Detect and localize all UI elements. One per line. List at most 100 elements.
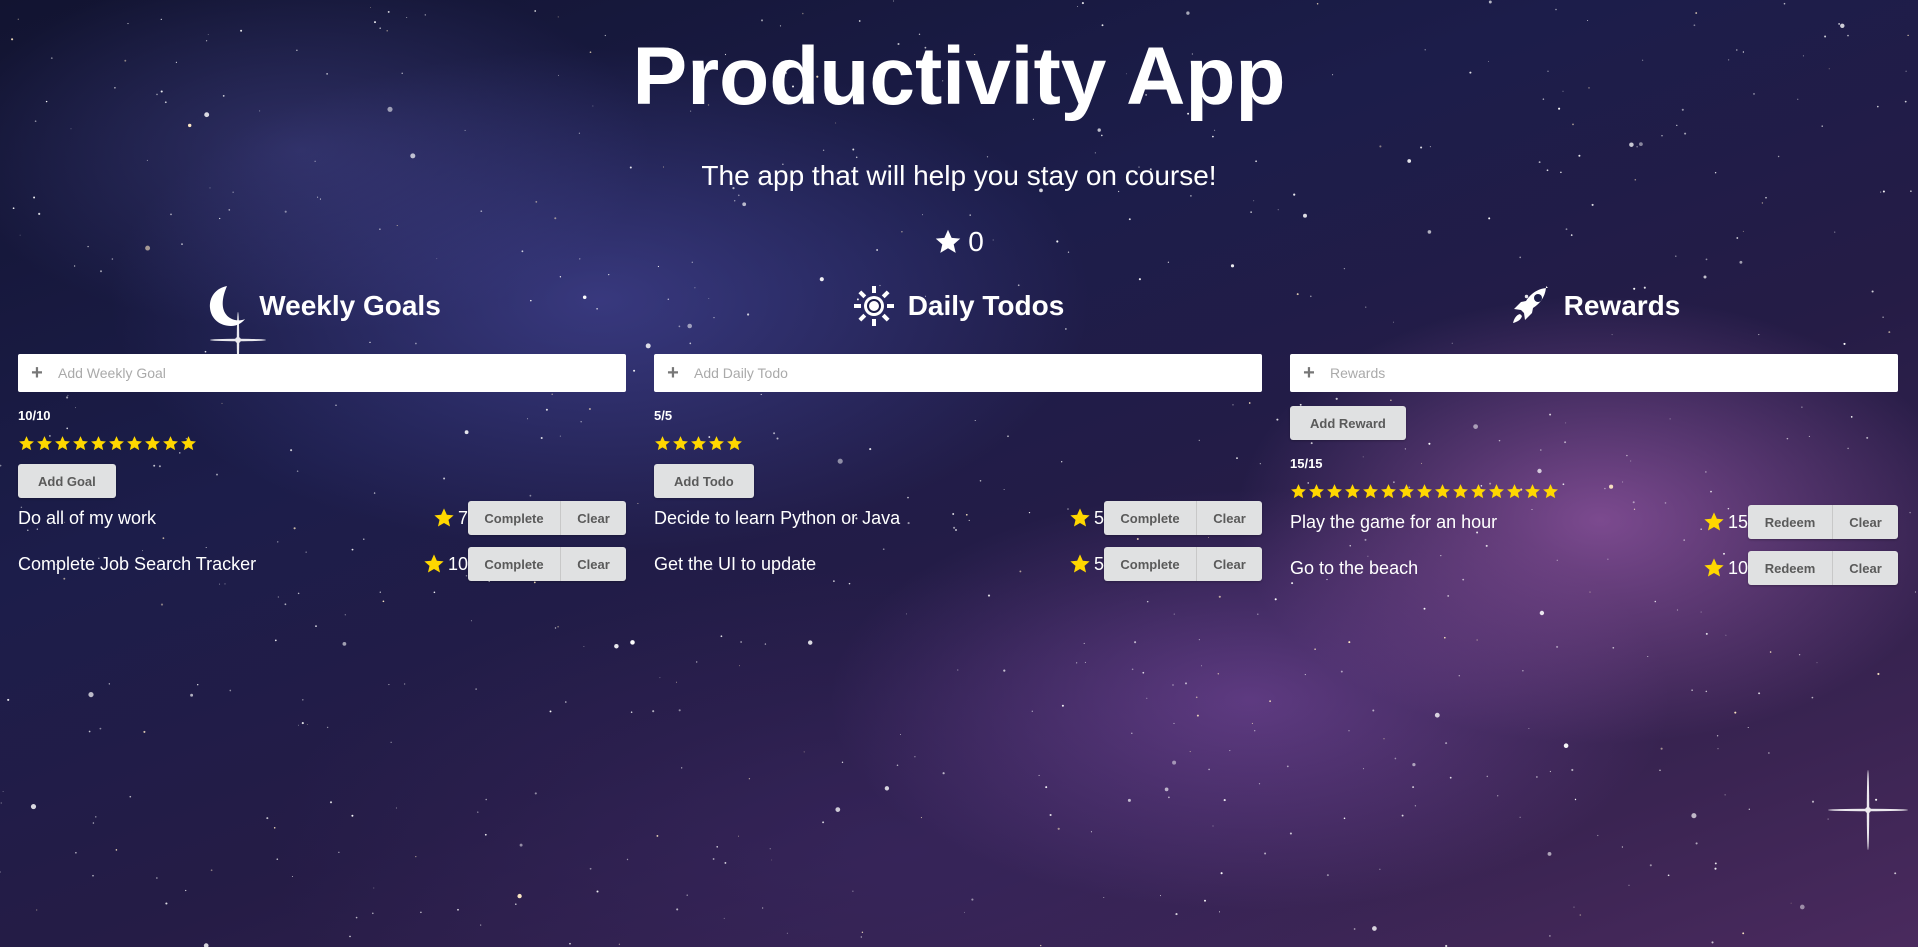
item-actions: Redeem Clear <box>1748 505 1898 539</box>
item-actions: Complete Clear <box>468 547 626 581</box>
daily-todos-list: Decide to learn Python or Java 5 Complet… <box>654 500 1262 582</box>
rewards-heading: Rewards <box>1563 290 1681 321</box>
list-item: Play the game for an hour 15 Redeem Clea… <box>1290 504 1898 540</box>
progress-star-icon <box>691 436 706 451</box>
redeem-button[interactable]: Redeem <box>1748 505 1832 539</box>
progress-star-icon <box>73 436 88 451</box>
item-actions: Complete Clear <box>1104 547 1262 581</box>
progress-star-icon <box>1291 484 1306 499</box>
progress-star-icon <box>1525 484 1540 499</box>
item-actions: Complete Clear <box>468 501 626 535</box>
sun-icon <box>853 286 894 326</box>
item-name: Do all of my work <box>18 507 157 528</box>
add-todo-button[interactable]: Add Todo <box>654 464 754 498</box>
progress-star-icon <box>163 436 178 451</box>
progress-star-icon <box>1435 484 1450 499</box>
daily-todos-column: Daily Todos + 5/5 Add Todo Decide to lea… <box>654 280 1262 592</box>
item-name: Get the UI to update <box>654 553 817 574</box>
progress-star-icon <box>1489 484 1504 499</box>
add-reward-button[interactable]: Add Reward <box>1290 406 1406 440</box>
star-icon <box>424 554 444 573</box>
progress-star-icon <box>37 436 52 451</box>
points-value: 0 <box>968 226 984 257</box>
star-icon <box>1070 554 1090 573</box>
reward-field[interactable]: + <box>1290 354 1898 392</box>
progress-star-icon <box>727 436 742 451</box>
progress-star-icon <box>1417 484 1432 499</box>
rocket-icon <box>1512 286 1548 323</box>
item-name: Play the game for an hour <box>1290 511 1498 532</box>
item-points-value: 5 <box>1093 553 1104 574</box>
clear-button[interactable]: Clear <box>1832 505 1898 539</box>
rewards-list: Play the game for an hour 15 Redeem Clea… <box>1290 504 1898 586</box>
progress-star-icon <box>127 436 142 451</box>
clear-button[interactable]: Clear <box>560 501 626 535</box>
progress-star-icon <box>1327 484 1342 499</box>
progress-star-icon <box>1363 484 1378 499</box>
item-actions: Redeem Clear <box>1748 551 1898 585</box>
weekly-goals-list: Do all of my work 7 Complete Clear Compl… <box>18 500 626 582</box>
daily-todos-heading: Daily Todos <box>907 290 1065 321</box>
star-icon <box>1704 512 1724 531</box>
clear-button[interactable]: Clear <box>1196 501 1262 535</box>
daily-todo-field[interactable]: + <box>654 354 1262 392</box>
progress-star-icon <box>55 436 70 451</box>
progress-star-icon <box>91 436 106 451</box>
item-points-value: 15 <box>1727 511 1748 532</box>
list-item: Decide to learn Python or Java 5 Complet… <box>654 500 1262 536</box>
weekly-goal-field[interactable]: + <box>18 354 626 392</box>
item-points-value: 7 <box>457 507 468 528</box>
plus-icon: + <box>1303 361 1315 384</box>
item-points: 15 <box>1703 511 1748 533</box>
daily-todos-progress: 5/5 <box>654 408 673 423</box>
list-item: Go to the beach 10 Redeem Clear <box>1290 550 1898 586</box>
clear-button[interactable]: Clear <box>1832 551 1898 585</box>
star-icon <box>1070 508 1090 527</box>
progress-star-icon <box>1309 484 1324 499</box>
rewards-header: Rewards <box>1290 280 1898 332</box>
rewards-column: Rewards + Add Reward 15/15 Play the game… <box>1290 280 1898 596</box>
add-goal-button[interactable]: Add Goal <box>18 464 116 498</box>
complete-button[interactable]: Complete <box>468 547 560 581</box>
weekly-goals-progress-stars <box>18 435 626 452</box>
redeem-button[interactable]: Redeem <box>1748 551 1832 585</box>
progress-star-icon <box>19 436 34 451</box>
star-icon <box>1704 558 1724 577</box>
item-name: Go to the beach <box>1290 557 1419 578</box>
app-subtitle: The app that will help you stay on cours… <box>701 160 1217 191</box>
points-counter: 0 <box>0 226 1918 258</box>
daily-todo-input[interactable] <box>692 355 1262 391</box>
progress-star-icon <box>655 436 670 451</box>
weekly-goals-header: Weekly Goals <box>18 280 626 332</box>
weekly-goal-input[interactable] <box>56 355 626 391</box>
item-points-value: 10 <box>447 553 468 574</box>
complete-button[interactable]: Complete <box>1104 501 1196 535</box>
list-item: Complete Job Search Tracker 10 Complete … <box>18 546 626 582</box>
progress-star-icon <box>1399 484 1414 499</box>
item-points: 10 <box>423 553 468 575</box>
weekly-goals-progress: 10/10 <box>18 408 51 423</box>
clear-button[interactable]: Clear <box>1196 547 1262 581</box>
rewards-progress-stars <box>1290 483 1898 500</box>
item-points-value: 10 <box>1727 557 1748 578</box>
progress-star-icon <box>1543 484 1558 499</box>
complete-button[interactable]: Complete <box>468 501 560 535</box>
weekly-goals-heading: Weekly Goals <box>259 290 441 321</box>
daily-todos-header: Daily Todos <box>654 280 1262 332</box>
plus-icon: + <box>667 361 679 384</box>
progress-star-icon <box>181 436 196 451</box>
progress-star-icon <box>673 436 688 451</box>
progress-star-icon <box>1345 484 1360 499</box>
plus-icon: + <box>31 361 43 384</box>
clear-button[interactable]: Clear <box>560 547 626 581</box>
progress-star-icon <box>1381 484 1396 499</box>
item-name: Complete Job Search Tracker <box>18 553 257 574</box>
item-points-value: 5 <box>1093 507 1104 528</box>
item-points: 10 <box>1703 557 1748 579</box>
item-points: 5 <box>1069 553 1104 575</box>
progress-star-icon <box>145 436 160 451</box>
progress-star-icon <box>1471 484 1486 499</box>
progress-star-icon <box>709 436 724 451</box>
reward-input[interactable] <box>1328 355 1898 391</box>
complete-button[interactable]: Complete <box>1104 547 1196 581</box>
